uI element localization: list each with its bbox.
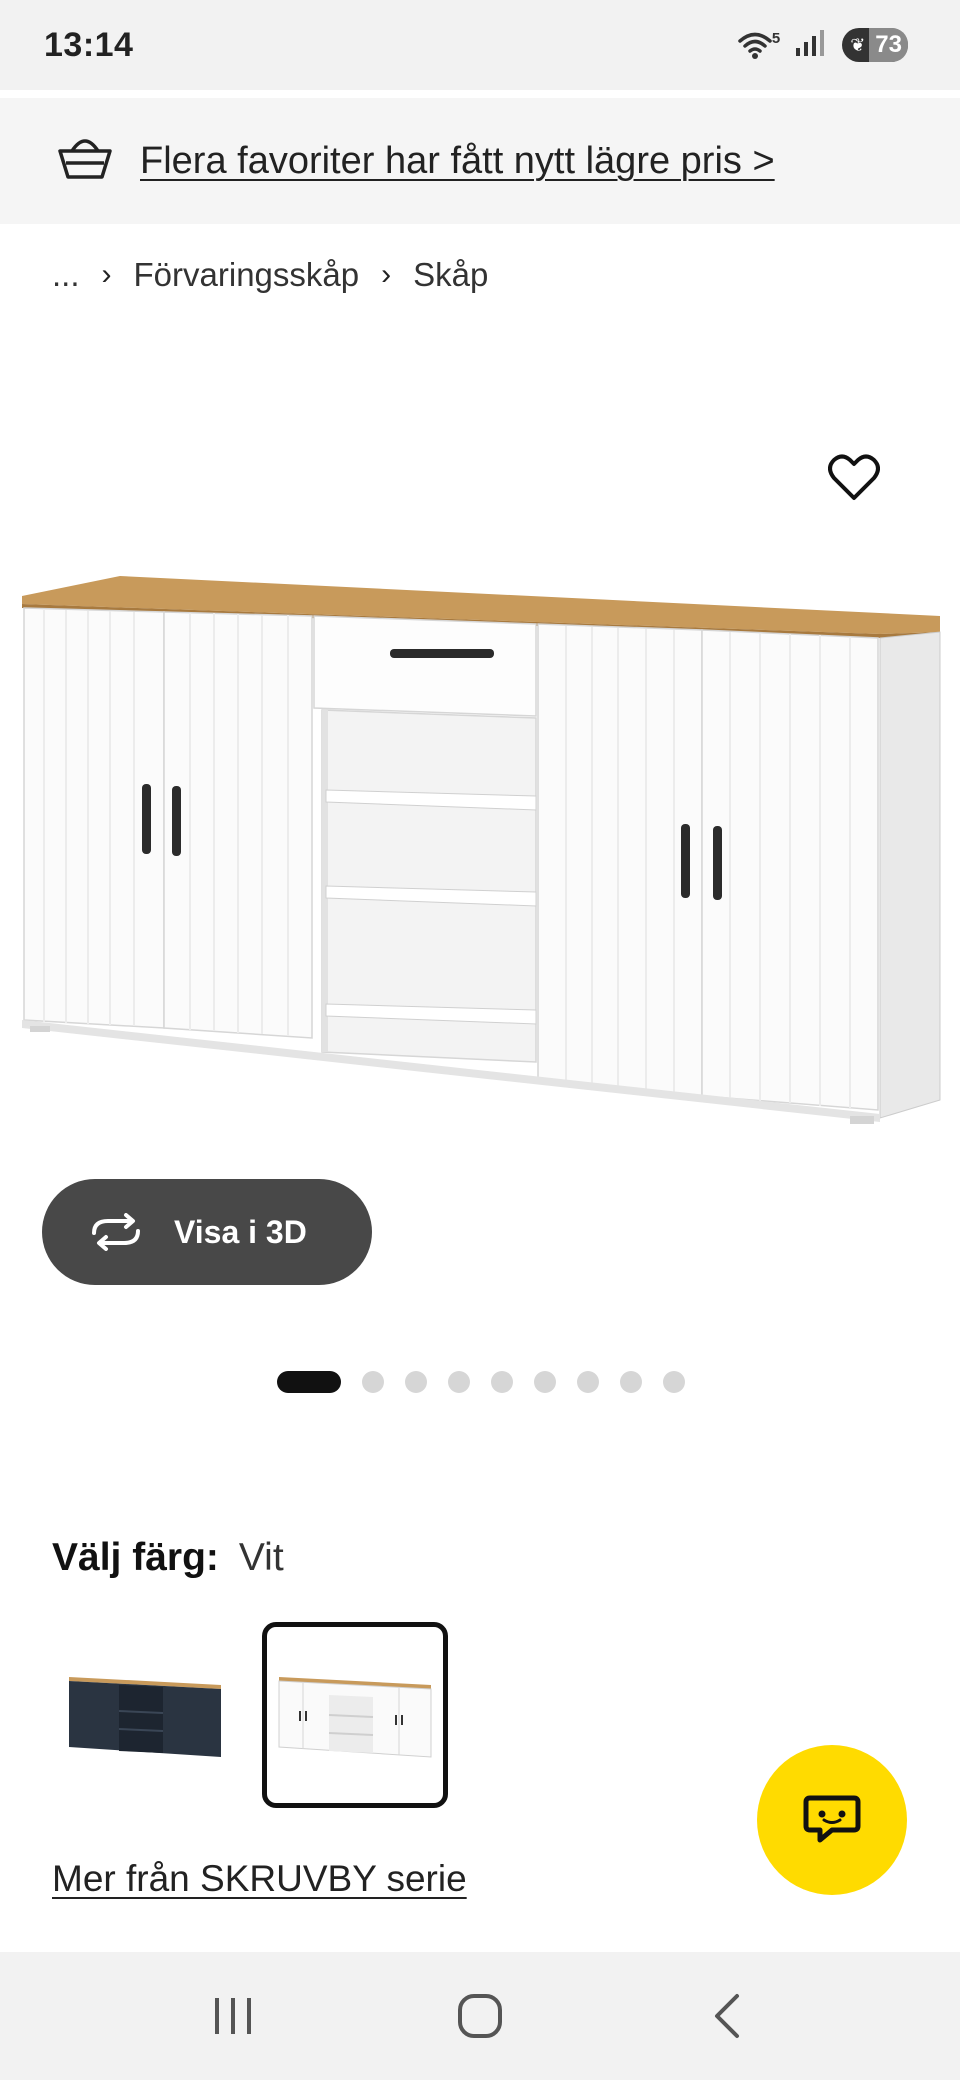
carousel-dot[interactable] (534, 1371, 556, 1393)
carousel-dot[interactable] (663, 1371, 685, 1393)
divider (0, 90, 960, 98)
carousel-dot[interactable] (362, 1371, 384, 1393)
back-icon (714, 1994, 739, 2038)
recent-apps-button[interactable] (188, 1971, 278, 2061)
battery-level: 73 (869, 28, 908, 62)
carousel-dot[interactable] (577, 1371, 599, 1393)
breadcrumb-item-more[interactable]: ... (52, 256, 80, 294)
home-icon (457, 1994, 502, 2038)
chat-icon (803, 1795, 861, 1843)
color-selector-label: Välj färg: Vit (52, 1536, 284, 1580)
home-button[interactable] (435, 1971, 525, 2061)
status-icons: 5 ❦ 73 (738, 28, 908, 63)
color-label: Välj färg: (52, 1536, 219, 1579)
color-value: Vit (238, 1536, 284, 1579)
product-image[interactable] (0, 540, 960, 1140)
breadcrumb: ... › Förvaringsskåp › Skåp (52, 256, 488, 294)
carousel-dot[interactable] (620, 1371, 642, 1393)
series-link[interactable]: Mer från SKRUVBY serie (52, 1858, 467, 1900)
carousel-dot[interactable] (448, 1371, 470, 1393)
carousel-dot[interactable] (491, 1371, 513, 1393)
carousel-dot-active[interactable] (277, 1371, 341, 1393)
carousel-dots (277, 1371, 685, 1393)
carousel-dot[interactable] (405, 1371, 427, 1393)
basket-icon (56, 137, 114, 186)
rotate-3d-icon (92, 1213, 140, 1251)
view-3d-label: Visa i 3D (174, 1213, 307, 1250)
wifi-label: 5 (771, 30, 781, 47)
breadcrumb-separator: › (381, 258, 392, 291)
back-button[interactable] (682, 1971, 772, 2061)
promo-banner[interactable]: Flera favoriter har fått nytt lägre pris… (0, 98, 960, 224)
signal-icon (794, 28, 828, 63)
promo-link[interactable]: Flera favoriter har fått nytt lägre pris… (140, 140, 775, 183)
status-time: 13:14 (44, 25, 134, 64)
status-bar: 13:14 5 ❦ 73 (0, 0, 960, 90)
favorite-button[interactable] (822, 446, 886, 510)
color-option-dark-blue[interactable] (52, 1622, 238, 1808)
sideboard-thumbnail-blue (69, 1677, 221, 1757)
view-3d-button[interactable]: Visa i 3D (42, 1179, 372, 1285)
chat-button[interactable] (757, 1745, 907, 1895)
breadcrumb-separator: › (101, 258, 112, 291)
battery-icon: ❦ 73 (842, 28, 908, 62)
breadcrumb-item-cabinets[interactable]: Skåp (413, 256, 488, 294)
wifi-icon: 5 (738, 30, 780, 60)
product-page: 13:14 5 ❦ 73 Flera favoriter har fått ny… (0, 0, 960, 2080)
recent-apps-icon (215, 1998, 252, 2034)
sideboard-thumbnail-white (278, 1677, 432, 1758)
breadcrumb-item-storage[interactable]: Förvaringsskåp (134, 256, 360, 294)
heart-icon (828, 454, 880, 500)
system-nav-bar (0, 1952, 960, 2080)
color-option-white[interactable] (262, 1622, 448, 1808)
